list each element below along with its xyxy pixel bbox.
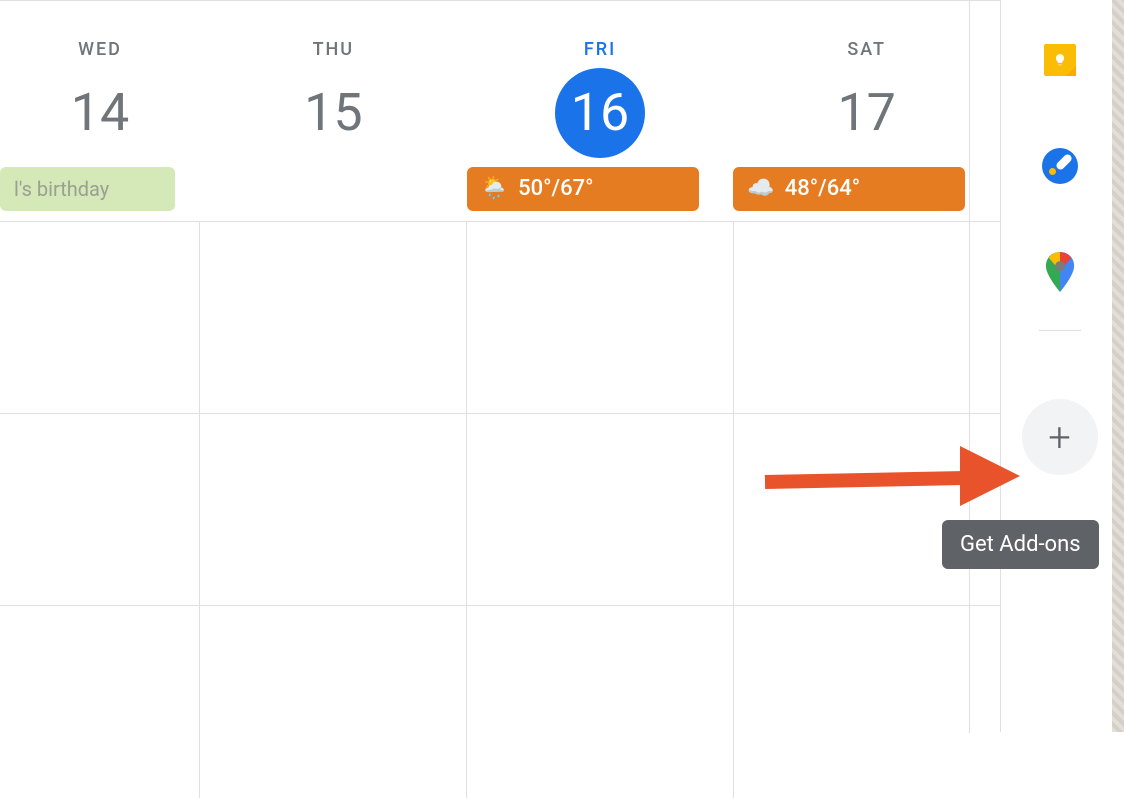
calendar-cell[interactable] xyxy=(0,414,200,605)
birthday-event-chip[interactable]: l's birthday xyxy=(0,167,175,211)
calendar-cell[interactable] xyxy=(200,606,467,798)
cloudy-icon: ☁️ xyxy=(747,176,774,201)
day-header-thu[interactable]: THU 15 xyxy=(200,1,467,166)
calendar-row xyxy=(0,606,1000,798)
calendar-row xyxy=(0,222,1000,414)
calendar-row xyxy=(0,414,1000,606)
calendar-cell[interactable] xyxy=(734,606,1000,798)
calendar-cell[interactable] xyxy=(467,606,734,798)
event-cell-thu[interactable] xyxy=(200,166,467,211)
event-cell-fri[interactable]: 🌦️ 50°/67° xyxy=(467,166,734,211)
window-edge xyxy=(1112,0,1124,732)
calendar-right-edge xyxy=(968,1,970,733)
keep-button[interactable] xyxy=(1042,42,1078,78)
calendar-grid: WED 14 THU 15 FRI 16 SAT 17 l's birthday… xyxy=(0,0,1000,732)
weather-text: 48°/64° xyxy=(785,176,860,201)
tasks-icon xyxy=(1042,148,1078,184)
day-header-sat[interactable]: SAT 17 xyxy=(733,1,1000,166)
calendar-cell[interactable] xyxy=(200,222,467,413)
lightbulb-icon xyxy=(1053,53,1067,67)
calendar-cell[interactable] xyxy=(0,606,200,798)
day-number-today[interactable]: 16 xyxy=(555,68,645,158)
tasks-button[interactable] xyxy=(1042,148,1078,184)
side-panel: + xyxy=(1000,0,1118,732)
event-cell-wed[interactable]: l's birthday xyxy=(0,166,200,211)
weather-event-chip[interactable]: ☁️ 48°/64° xyxy=(733,167,965,211)
tooltip-text: Get Add-ons xyxy=(960,532,1081,557)
plus-icon: + xyxy=(1048,414,1071,461)
day-header-wed[interactable]: WED 14 xyxy=(0,1,200,166)
get-addons-tooltip: Get Add-ons xyxy=(942,520,1099,569)
calendar-cell[interactable] xyxy=(200,414,467,605)
calendar-cell[interactable] xyxy=(734,222,1000,413)
day-headers-row: WED 14 THU 15 FRI 16 SAT 17 xyxy=(0,1,1000,166)
get-addons-button[interactable]: + xyxy=(1022,399,1098,475)
day-label: WED xyxy=(0,39,200,60)
panel-divider xyxy=(1039,330,1081,331)
day-label: THU xyxy=(200,39,467,60)
day-header-fri[interactable]: FRI 16 xyxy=(467,1,734,166)
calendar-body xyxy=(0,221,1000,798)
weather-event-chip[interactable]: 🌦️ 50°/67° xyxy=(467,167,699,211)
maps-button[interactable] xyxy=(1042,254,1078,290)
event-cell-sat[interactable]: ☁️ 48°/64° xyxy=(733,166,1000,211)
calendar-cell[interactable] xyxy=(467,222,734,413)
keep-icon xyxy=(1044,44,1076,76)
calendar-cell[interactable] xyxy=(734,414,1000,605)
day-label: FRI xyxy=(467,39,734,60)
day-number[interactable]: 17 xyxy=(822,68,912,158)
partly-rainy-icon: 🌦️ xyxy=(481,176,508,201)
maps-pin-icon xyxy=(1045,252,1075,292)
birthday-event-text: l's birthday xyxy=(14,177,109,201)
allday-event-row: l's birthday 🌦️ 50°/67° ☁️ 48°/64° xyxy=(0,166,1000,221)
weather-text: 50°/67° xyxy=(518,176,593,201)
day-number[interactable]: 15 xyxy=(288,68,378,158)
calendar-cell[interactable] xyxy=(0,222,200,413)
day-number[interactable]: 14 xyxy=(55,68,145,158)
day-label: SAT xyxy=(733,39,1000,60)
calendar-cell[interactable] xyxy=(467,414,734,605)
